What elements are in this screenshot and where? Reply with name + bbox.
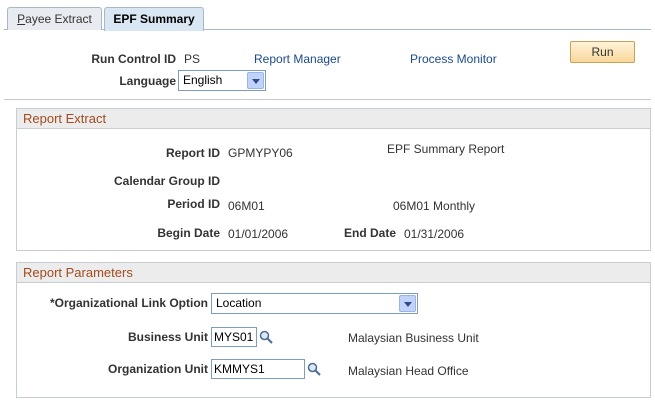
- report-id-value: GPMYPY06: [228, 146, 293, 160]
- language-label: Language: [119, 74, 176, 88]
- period-id-value: 06M01: [228, 199, 265, 213]
- business-unit-description: Malaysian Business Unit: [348, 331, 479, 345]
- section-divider: [4, 99, 651, 100]
- run-button[interactable]: Run: [570, 41, 635, 63]
- magnifier-icon[interactable]: [259, 330, 273, 344]
- tab-payee-extract-accesskey: P: [17, 12, 26, 26]
- organization-unit-description: Malaysian Head Office: [348, 364, 469, 378]
- end-date-value: 01/31/2006: [404, 227, 465, 241]
- report-id-label: Report ID: [166, 146, 220, 160]
- org-link-option-label: *Organizational Link Option: [49, 296, 208, 310]
- calendar-group-id-label: Calendar Group ID: [113, 174, 220, 188]
- tab-epf-summary-label: EPF Summary: [113, 12, 195, 26]
- organization-unit-input[interactable]: KMMYS1: [211, 359, 305, 379]
- language-select[interactable]: English: [178, 70, 266, 91]
- org-link-option-select[interactable]: Location: [211, 293, 418, 314]
- period-id-label: Period ID: [167, 197, 220, 211]
- business-unit-label: Business Unit: [127, 330, 208, 344]
- begin-date-label: Begin Date: [157, 226, 220, 240]
- tab-payee-extract-label: ayee Extract: [25, 12, 92, 26]
- chevron-down-icon: [399, 295, 416, 312]
- chevron-down-icon: [247, 72, 264, 89]
- report-manager-link[interactable]: Report Manager: [254, 52, 341, 66]
- process-monitor-link[interactable]: Process Monitor: [410, 52, 497, 66]
- report-parameters-title: Report Parameters: [17, 263, 650, 283]
- period-description: 06M01 Monthly: [393, 199, 476, 213]
- tab-epf-summary[interactable]: EPF Summary: [104, 7, 204, 31]
- end-date-label: End Date: [343, 226, 396, 240]
- tab-payee-extract[interactable]: Payee Extract: [7, 7, 102, 30]
- language-select-value: English: [183, 73, 223, 87]
- run-control-id-value: PS: [184, 52, 201, 66]
- org-link-option-value: Location: [216, 296, 262, 310]
- business-unit-input[interactable]: MYS01: [211, 327, 257, 347]
- report-extract-title: Report Extract: [17, 109, 650, 129]
- report-description: EPF Summary Report: [387, 142, 505, 156]
- organization-unit-label: Organization Unit: [108, 362, 208, 376]
- magnifier-icon[interactable]: [307, 362, 321, 376]
- run-control-id-label: Run Control ID: [91, 52, 176, 66]
- begin-date-value: 01/01/2006: [228, 227, 289, 241]
